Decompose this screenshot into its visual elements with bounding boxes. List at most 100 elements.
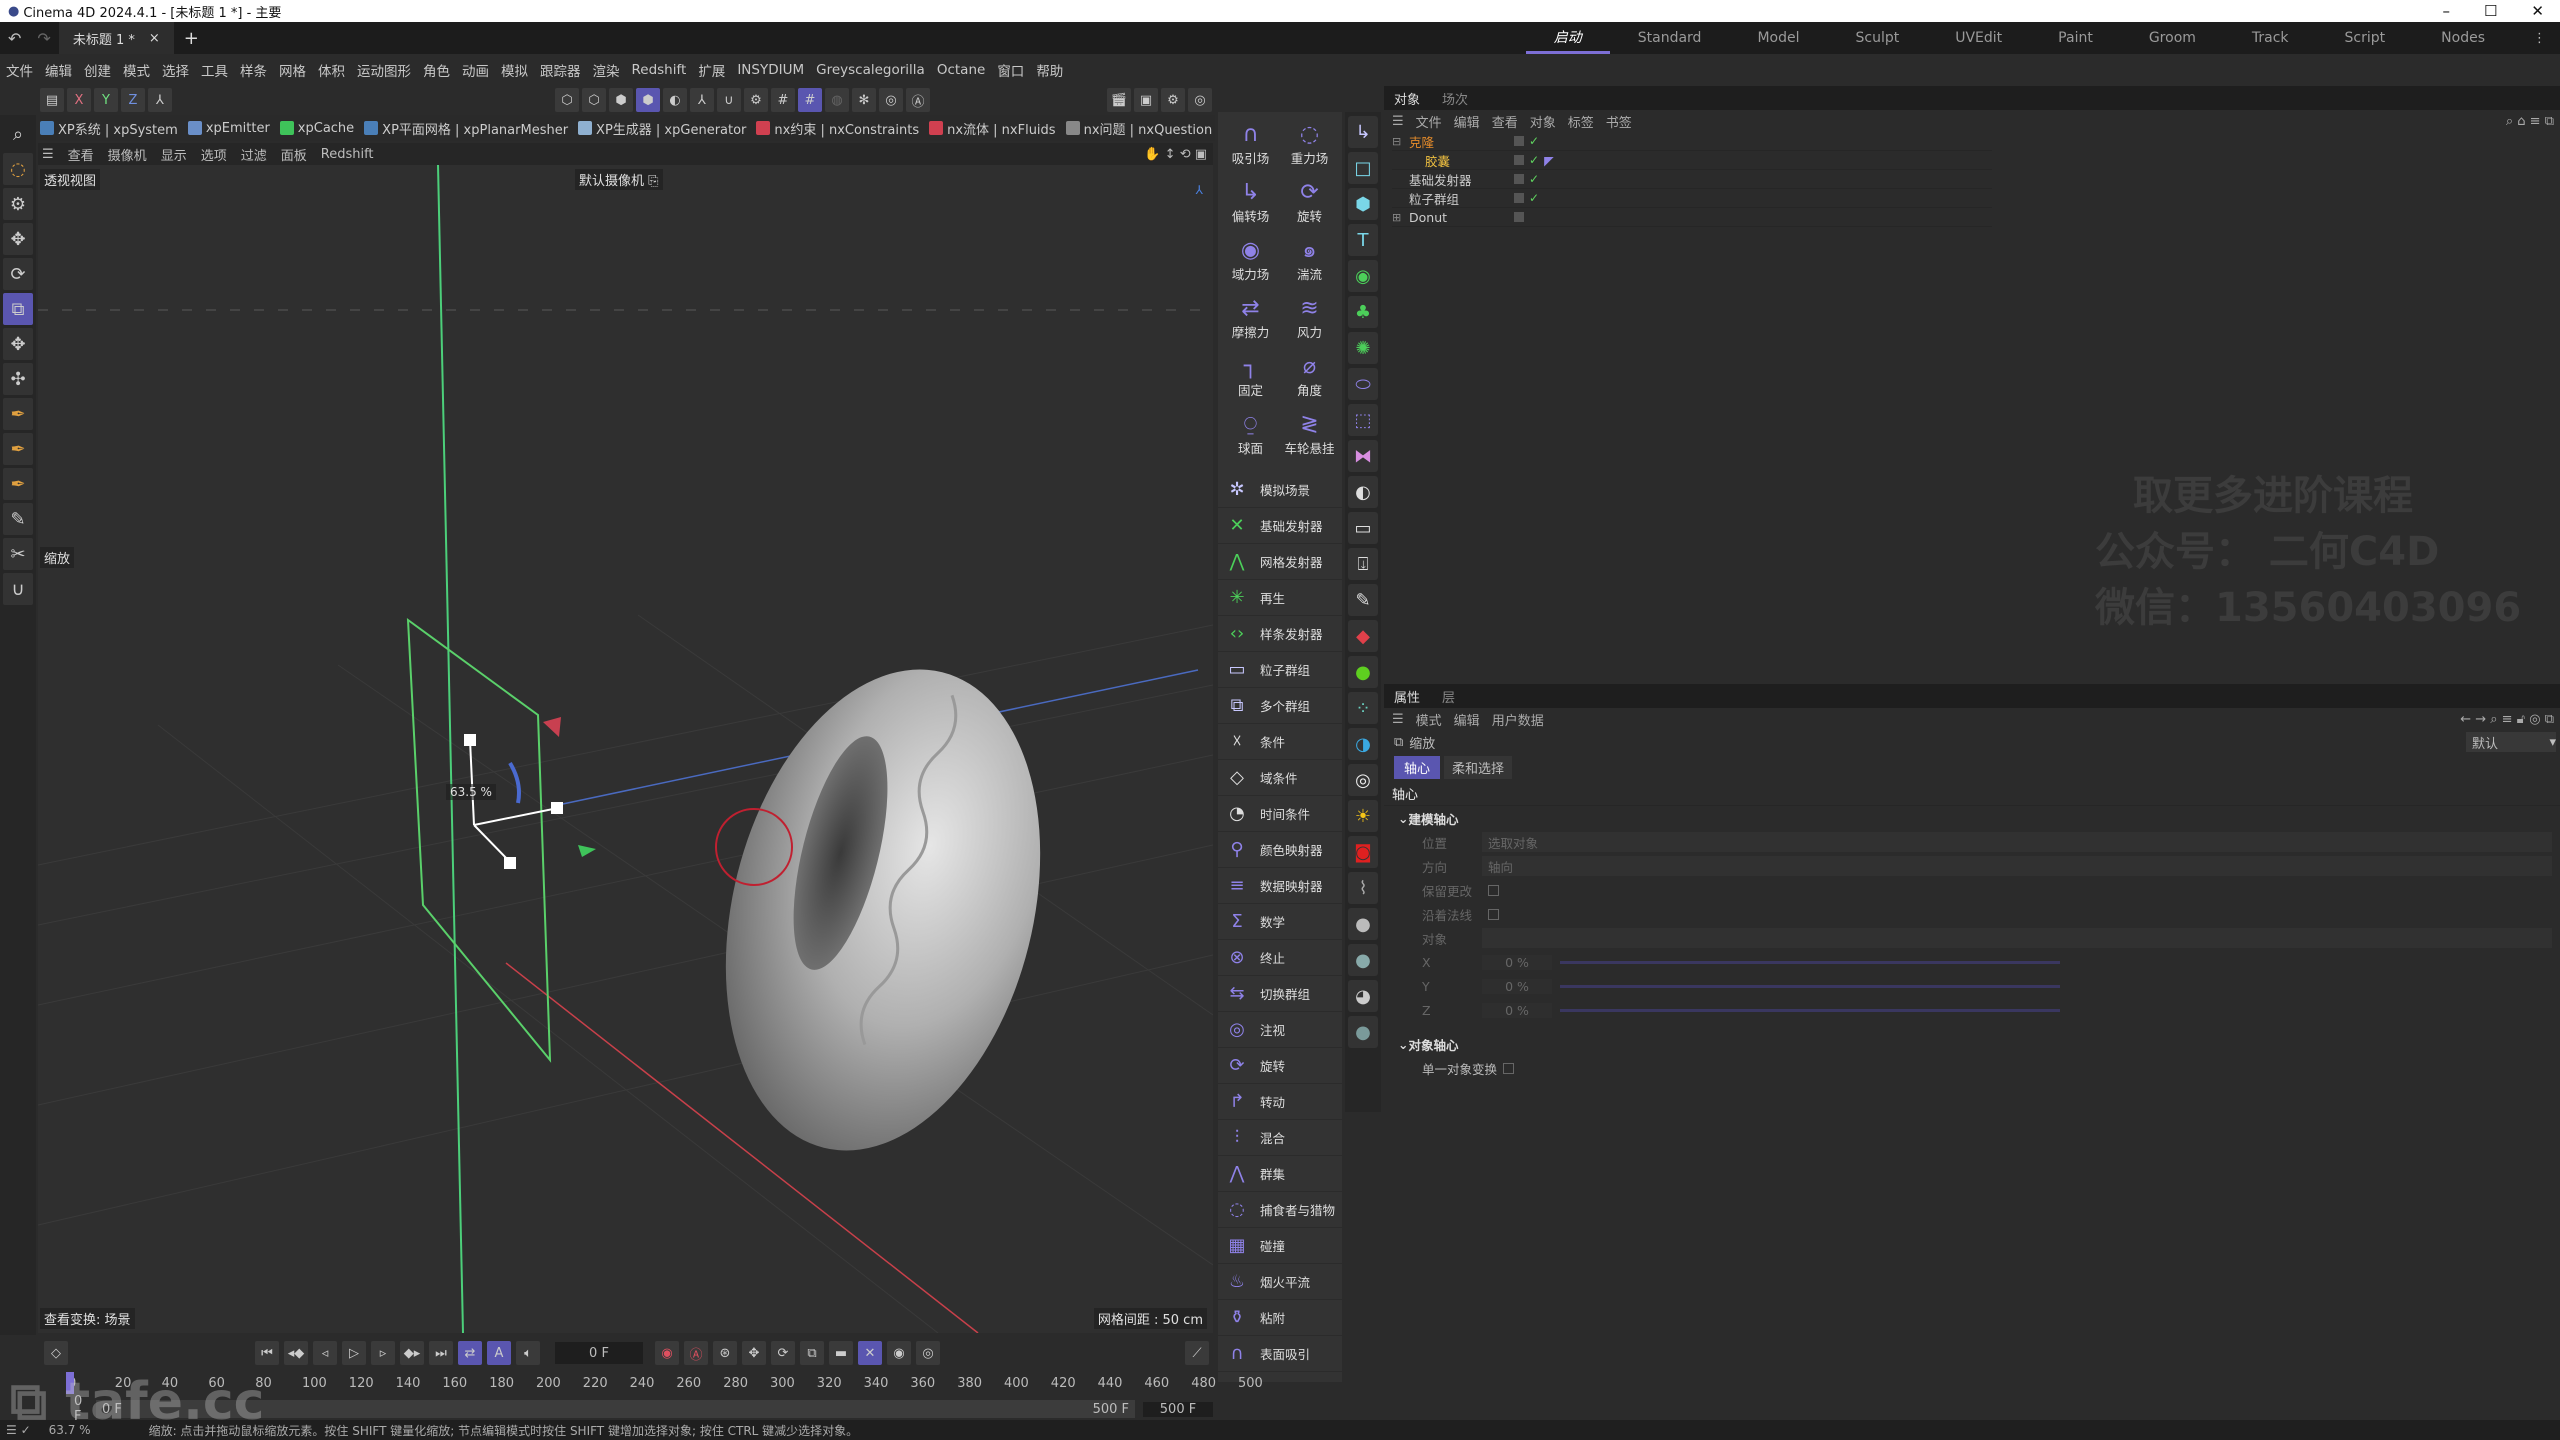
palette-item[interactable]: ⟳ 旋转 xyxy=(1218,1048,1342,1084)
next-key-button[interactable]: ◆▸ xyxy=(400,1341,424,1365)
go-to-start-button[interactable]: ⏮ xyxy=(255,1341,279,1365)
palette-item[interactable]: ⧉ 多个群组 xyxy=(1218,688,1342,724)
palette-item[interactable]: Σ 数学 xyxy=(1218,904,1342,940)
menu-item[interactable]: 帮助 xyxy=(1036,60,1063,80)
plugin-button[interactable]: XP平面网格 | xpPlanarMesher xyxy=(364,119,568,138)
palette-button[interactable]: ≋ 风力 xyxy=(1281,290,1338,346)
keyframe-icon[interactable]: ◇ xyxy=(44,1341,68,1365)
coordinate-system-icon[interactable]: ⅄ xyxy=(148,88,172,112)
viewport-menu-item[interactable]: Redshift xyxy=(321,147,374,162)
status-menu-icon[interactable]: ☰ ✓ xyxy=(6,1423,31,1437)
edges-mode-icon[interactable]: ⬡ xyxy=(582,88,606,112)
object-create-icon[interactable]: ◑ xyxy=(1348,728,1378,760)
object-create-icon[interactable]: ✎ xyxy=(1348,584,1378,616)
tab-takes[interactable]: 场次 xyxy=(1442,89,1468,108)
along-normals-checkbox[interactable] xyxy=(1488,908,1499,920)
move-icon[interactable]: ✥ xyxy=(3,223,33,255)
texture-mode-icon[interactable]: ◐ xyxy=(663,88,687,112)
layout-tab[interactable]: Script xyxy=(2317,22,2414,54)
palette-item[interactable]: ⚱ 粘附 xyxy=(1218,1300,1342,1336)
menu-item[interactable]: 跟踪器 xyxy=(540,60,581,80)
y-lock-button[interactable]: Y xyxy=(94,88,118,112)
object-name[interactable]: 胶囊 xyxy=(1409,151,1509,170)
palette-item[interactable]: ✲ 模拟场景 xyxy=(1218,472,1342,508)
object-create-icon[interactable]: ⬢ xyxy=(1348,188,1378,220)
object-name[interactable]: 粒子群组 xyxy=(1409,189,1509,208)
loop-button[interactable]: ⇄ xyxy=(458,1341,482,1365)
palette-button[interactable]: ≷ 车轮悬挂 xyxy=(1281,406,1338,462)
object-name[interactable]: 克隆 xyxy=(1409,132,1509,151)
object-create-icon[interactable]: T xyxy=(1348,224,1378,256)
palette-button[interactable]: ๑ 湍流 xyxy=(1281,232,1338,288)
object-create-icon[interactable]: ◉ xyxy=(1348,260,1378,292)
axis-slider[interactable] xyxy=(1560,1008,2060,1012)
play-button[interactable]: ▷ xyxy=(342,1341,366,1365)
object-link-field[interactable] xyxy=(1482,928,2552,948)
key-param-button[interactable]: ▬ xyxy=(829,1341,853,1365)
object-menu-item[interactable]: 编辑 xyxy=(1454,112,1480,131)
plugin-button[interactable]: xpEmitter xyxy=(187,121,270,136)
more-icon[interactable]: ⋮ xyxy=(2533,31,2560,46)
palette-item[interactable]: ⚲ 颜色映射器 xyxy=(1218,832,1342,868)
menu-item[interactable]: Octane xyxy=(937,62,985,78)
menu-item[interactable]: 编辑 xyxy=(45,60,72,80)
object-name[interactable]: Donut xyxy=(1409,210,1509,225)
soft-transform-icon[interactable]: ✣ xyxy=(3,363,33,395)
palette-item[interactable]: ◌ 捕食者与猎物 xyxy=(1218,1192,1342,1228)
layer-tag-icon[interactable] xyxy=(1514,155,1524,165)
menu-item[interactable]: 运动图形 xyxy=(357,60,411,80)
menu-item[interactable]: 窗口 xyxy=(997,60,1024,80)
menu-item[interactable]: 扩展 xyxy=(698,60,725,80)
palette-button[interactable]: ┐ 固定 xyxy=(1222,348,1279,404)
go-to-end-button[interactable]: ⏭ xyxy=(429,1341,453,1365)
palette-button[interactable]: ↳ 偏转场 xyxy=(1222,174,1279,230)
object-name[interactable]: 基础发射器 xyxy=(1409,170,1509,189)
sound-button[interactable]: 🔈︎ xyxy=(516,1341,540,1365)
enabled-check-icon[interactable]: ✓ xyxy=(1529,134,1539,148)
group-object-axis[interactable]: ⌄ 对象轴心 xyxy=(1384,1032,2560,1056)
viewport-3d[interactable]: 透视视图 默认摄像机 ⎘ ⅄ 缩放 63.5 % 查看变换: 场景 网格间距 :… xyxy=(38,165,1213,1333)
key-rotation-button[interactable]: ⟳ xyxy=(771,1341,795,1365)
palette-button[interactable]: ◉ 域力场 xyxy=(1222,232,1279,288)
key-position-button[interactable]: ✥ xyxy=(742,1341,766,1365)
x-lock-button[interactable]: X xyxy=(67,88,91,112)
palette-item[interactable]: ▦ 碰撞 xyxy=(1218,1228,1342,1264)
layout-tab[interactable]: Nodes xyxy=(2413,22,2513,54)
attr-menu-item[interactable]: 编辑 xyxy=(1454,710,1480,729)
layer-tag-icon[interactable] xyxy=(1514,193,1524,203)
menu-item[interactable]: 动画 xyxy=(462,60,489,80)
object-create-icon[interactable]: ● xyxy=(1348,908,1378,940)
palette-button[interactable]: ⟳ 旋转 xyxy=(1281,174,1338,230)
maximize-button[interactable]: ☐ xyxy=(2484,2,2497,20)
magnet-icon[interactable]: ∪ xyxy=(717,88,741,112)
viewport-menu-item[interactable]: 查看 xyxy=(68,145,94,164)
object-search-icons[interactable]: ⌕ ⌂ ≡ ⧉ xyxy=(2506,114,2560,129)
add-tab-button[interactable]: + xyxy=(174,28,209,49)
plugin-button[interactable]: nx约束 | nxConstraints xyxy=(756,119,919,138)
layout-tab[interactable]: Sculpt xyxy=(1828,22,1928,54)
menu-item[interactable]: 渲染 xyxy=(593,60,620,80)
workplane-icon[interactable]: ✻ xyxy=(852,88,876,112)
layout-tab[interactable]: Standard xyxy=(1610,22,1730,54)
magnet-brush-icon[interactable]: ∪ xyxy=(3,573,33,605)
object-create-icon[interactable]: ● xyxy=(1348,1016,1378,1048)
axis-value-field[interactable]: 0 % xyxy=(1482,978,1552,994)
object-mode-icon[interactable]: ▤ xyxy=(40,88,64,112)
keep-changes-checkbox[interactable] xyxy=(1488,884,1499,896)
palette-button[interactable]: ∩ 吸引场 xyxy=(1222,116,1279,172)
preset-dropdown[interactable]: 默认 ▾ xyxy=(2466,732,2556,752)
enabled-check-icon[interactable]: ✓ xyxy=(1529,153,1539,167)
object-row[interactable]: ⊟ 克隆 ✓ xyxy=(1392,132,1992,151)
undo-icon[interactable]: ↶ xyxy=(0,29,29,48)
layer-tag-icon[interactable] xyxy=(1514,174,1524,184)
layout-tab[interactable]: Paint xyxy=(2030,22,2121,54)
viewport-menu-item[interactable]: 摄像机 xyxy=(108,145,147,164)
points-mode-icon[interactable]: ⬡ xyxy=(555,88,579,112)
palette-item[interactable]: ↱ 转动 xyxy=(1218,1084,1342,1120)
viewport-nav-icons[interactable]: ✋ ↕ ⟲ ▣ xyxy=(1144,147,1213,162)
object-create-icon[interactable]: ◆ xyxy=(1348,620,1378,652)
object-create-icon[interactable]: ↳ xyxy=(1348,116,1378,148)
spline-smooth-icon[interactable]: ✒ xyxy=(3,468,33,500)
next-frame-button[interactable]: ▹ xyxy=(371,1341,395,1365)
palette-item[interactable]: ⫶ 混合 xyxy=(1218,1120,1342,1156)
